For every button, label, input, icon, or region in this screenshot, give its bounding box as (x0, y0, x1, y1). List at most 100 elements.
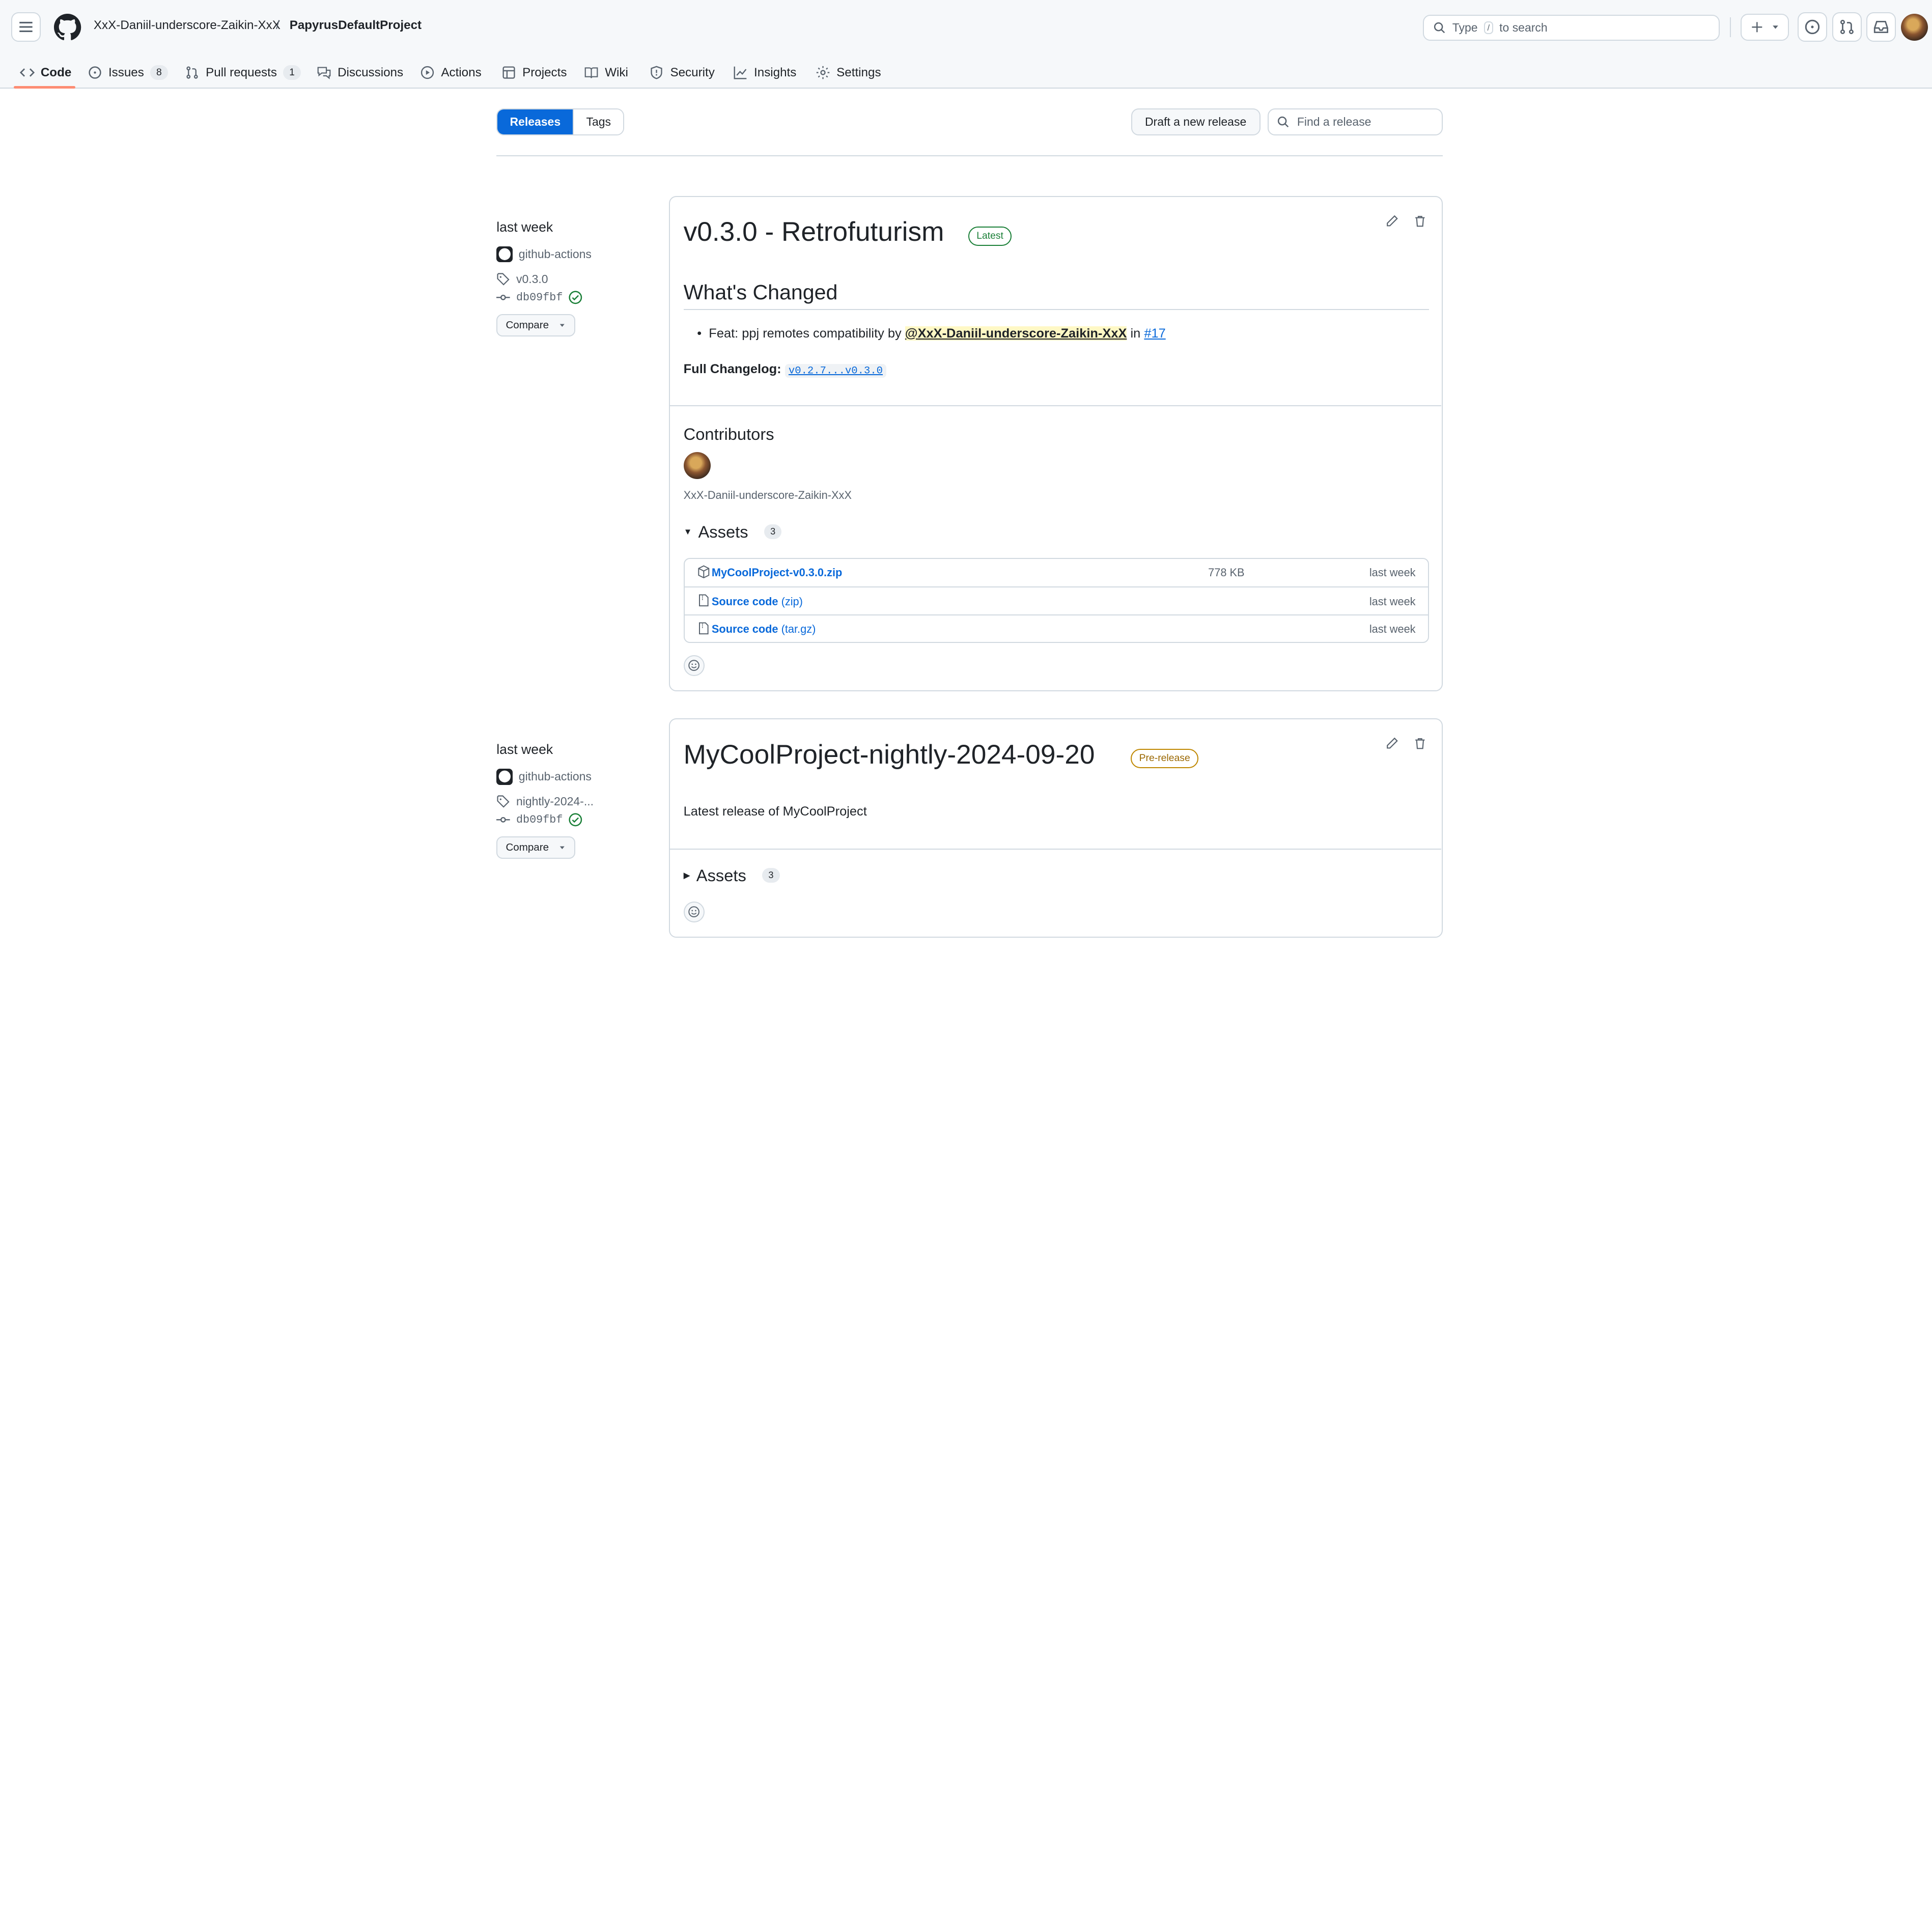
tab-wiki-label: Wiki (605, 65, 628, 79)
tags-tab[interactable]: Tags (573, 109, 624, 135)
asset-suffix: (zip) (781, 595, 803, 608)
release-author[interactable]: github-actions (496, 769, 592, 785)
tab-issues-label: Issues (108, 65, 144, 79)
release-tag[interactable]: v0.3.0 (496, 272, 548, 286)
gear-icon (816, 66, 830, 79)
search-icon (1277, 117, 1289, 128)
draft-release-button[interactable]: Draft a new release (1131, 108, 1261, 136)
compare-button[interactable]: Compare (496, 836, 576, 859)
release-commit[interactable]: db09fbf (496, 813, 582, 827)
release-title[interactable]: MyCoolProject-nightly-2024-09-20 (684, 739, 1095, 770)
tab-issues[interactable]: Issues 8 (88, 59, 168, 86)
find-release-placeholder: Find a release (1297, 115, 1371, 129)
repo-header: XxX-Daniil-underscore-Zaikin-XxX / Papyr… (0, 0, 1932, 89)
trash-icon[interactable] (1413, 737, 1427, 750)
shield-icon (651, 66, 663, 79)
github-logo-icon (498, 248, 511, 261)
triangle-down-icon: ▼ (683, 526, 692, 537)
release-date: last week (496, 219, 553, 235)
issues-count: 8 (150, 65, 168, 80)
release-card: MyCoolProject-nightly-2024-09-20 Pre-rel… (669, 718, 1443, 938)
latest-badge: Latest (968, 226, 1012, 246)
issues-button[interactable] (1797, 12, 1827, 42)
assets-toggle[interactable]: ▶ Assets 3 (684, 866, 780, 885)
source-tar-link[interactable]: Source code (tar.gz) (712, 623, 816, 636)
releases-tab[interactable]: Releases (497, 109, 573, 135)
compare-label: Compare (506, 319, 549, 331)
source-zip-link[interactable]: Source code (zip) (712, 595, 803, 608)
inbox-button[interactable] (1866, 12, 1896, 42)
tab-code[interactable]: Code (19, 59, 71, 86)
repo-tabs: Code Issues 8 Pull requests 1 Discussion… (0, 54, 1932, 89)
add-reaction-button[interactable] (683, 902, 705, 923)
hamburger-menu-button[interactable] (11, 12, 41, 42)
asset-suffix: (tar.gz) (781, 623, 816, 636)
asset-row: MyCoolProject-v0.3.0.zip 778 KB last wee… (685, 559, 1428, 586)
bullet-dot: • (697, 326, 709, 341)
release-title[interactable]: v0.3.0 - Retrofuturism (684, 216, 944, 247)
asset-name: Source code (711, 623, 778, 636)
tab-insights-label: Insights (754, 65, 797, 79)
changelog-label: Full Changelog: (683, 362, 781, 377)
tab-projects[interactable]: Projects (501, 59, 567, 86)
trash-icon[interactable] (1413, 214, 1427, 228)
tab-insights[interactable]: Insights (733, 59, 796, 86)
whats-changed-heading: What's Changed (683, 280, 838, 304)
tab-actions-label: Actions (441, 65, 482, 79)
author-name: github-actions (518, 770, 592, 783)
commit-sha: db09fbf (516, 291, 563, 304)
owner-link[interactable]: XxX-Daniil-underscore-Zaikin-XxX (94, 18, 281, 33)
smiley-icon (688, 660, 700, 671)
contributor-avatar[interactable] (683, 452, 711, 479)
release-actions (1385, 214, 1427, 228)
release-meta: last week github-actions nightly-2024-..… (496, 741, 594, 859)
tab-security[interactable]: Security (649, 59, 715, 86)
compare-label: Compare (506, 841, 549, 853)
assets-toggle[interactable]: ▼ Assets 3 (684, 522, 782, 542)
find-release-input[interactable]: Find a release (1268, 108, 1443, 136)
tab-actions[interactable]: Actions (420, 59, 482, 86)
search-input[interactable]: Type / to search (1423, 15, 1720, 41)
tab-pull-requests[interactable]: Pull requests 1 (185, 59, 301, 86)
tab-wiki[interactable]: Wiki (584, 59, 628, 86)
pencil-icon[interactable] (1385, 737, 1399, 750)
tab-settings[interactable]: Settings (816, 59, 881, 86)
change-in: in (1130, 326, 1141, 341)
tab-discussions[interactable]: Discussions (317, 59, 403, 86)
release-commit[interactable]: db09fbf (496, 291, 582, 304)
header-divider (1729, 17, 1731, 37)
pencil-icon[interactable] (1385, 214, 1399, 228)
add-reaction-button[interactable] (683, 655, 705, 677)
github-actions-avatar (496, 769, 513, 785)
compare-button[interactable]: Compare (496, 314, 576, 336)
changelog-compare-link[interactable]: v0.2.7...v0.3.0 (785, 363, 887, 378)
pull-request-link[interactable]: #17 (1144, 326, 1165, 341)
release-author[interactable]: github-actions (496, 246, 592, 263)
github-logo-icon[interactable] (54, 13, 81, 41)
asset-date: last week (1369, 595, 1416, 608)
contributors-heading: Contributors (683, 425, 774, 444)
tag-name: nightly-2024-... (516, 794, 594, 808)
table-icon (502, 66, 515, 79)
check-circle-icon (569, 291, 582, 304)
create-new-button[interactable] (1741, 13, 1789, 41)
release-meta: last week github-actions v0.3.0 db09fbf … (496, 219, 592, 336)
release-card: v0.3.0 - Retrofuturism Latest What's Cha… (669, 195, 1443, 691)
tag-name: v0.3.0 (516, 272, 548, 286)
commit-sha: db09fbf (516, 813, 563, 826)
graph-icon (734, 66, 747, 79)
repo-link[interactable]: PapyrusDefaultProject (290, 18, 422, 33)
issue-icon (1805, 20, 1819, 35)
release-tag[interactable]: nightly-2024-... (496, 795, 594, 808)
release-date: last week (496, 741, 553, 757)
triangle-down-icon (560, 324, 565, 327)
heading-divider (683, 308, 1429, 311)
asset-download-link[interactable]: MyCoolProject-v0.3.0.zip (712, 566, 842, 579)
pull-requests-button[interactable] (1832, 12, 1862, 42)
search-icon (1434, 22, 1445, 34)
author-name: github-actions (518, 247, 592, 261)
search-suffix: to search (1499, 20, 1548, 34)
user-avatar[interactable] (1901, 13, 1928, 41)
user-mention-link[interactable]: @XxX-Daniil-underscore-Zaikin-XxX (905, 326, 1127, 341)
tag-icon (497, 795, 510, 808)
